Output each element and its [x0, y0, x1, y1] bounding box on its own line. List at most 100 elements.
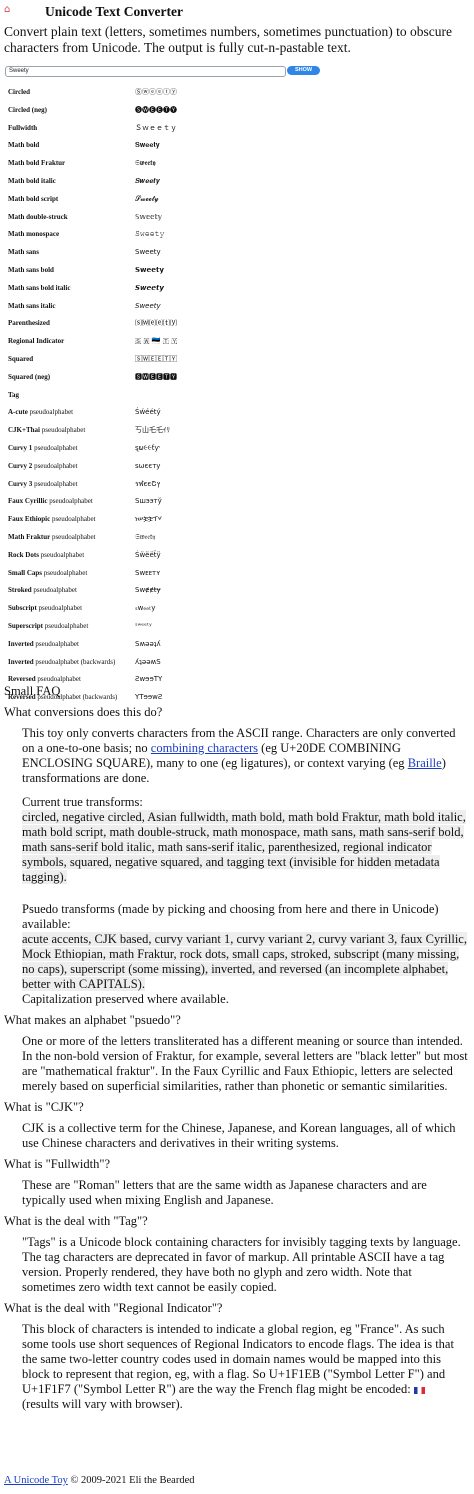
conversion-name: Curvy 2 — [8, 461, 33, 470]
conversion-output[interactable]: 丂山乇乇ｲﾘ — [135, 422, 465, 440]
conversion-suffix: pseudoalphabet (backwards) — [35, 657, 116, 666]
conversion-suffix: pseudoalphabet — [34, 479, 78, 488]
conversion-row: Circled (neg) 🅢🅦🅔🅔🅣🅨 — [4, 102, 470, 120]
conversion-row: Math sans bold italic 𝙎𝙬𝙚𝙚𝙩𝙮 — [4, 280, 470, 298]
conversion-row: Stroked pseudoalphabet Swɇɇŧɏ — [4, 582, 470, 600]
conversion-output[interactable]: 𝖲𝗐𝖾𝖾𝗍𝗒 — [135, 244, 465, 262]
conversion-output[interactable] — [135, 387, 465, 405]
conversion-label: Math Fraktur pseudoalphabet — [8, 529, 132, 547]
conversion-name: Inverted — [8, 657, 34, 666]
conversion-output[interactable]: 𝘚𝘸𝘦𝘦𝘵𝘺 — [135, 298, 465, 316]
conversion-label: Curvy 2 pseudoalphabet — [8, 458, 132, 476]
conversion-output[interactable]: ѕωєєту — [135, 458, 465, 476]
conversion-output[interactable]: Swɇɇŧɏ — [135, 582, 465, 600]
conversion-output[interactable]: 𝚂𝚠𝚎𝚎𝚝𝚢 — [135, 226, 465, 244]
conversion-output[interactable]: 𝓢𝔀𝓮𝓮𝓽𝔂 — [135, 191, 465, 209]
conversion-table: Circled Ⓢⓦⓔⓔⓣⓨ Circled (neg) 🅢🅦🅔🅔🅣🅨 Fullwidt… — [4, 84, 470, 707]
conversion-output[interactable]: 🅂🅆🄴🄴🅃🅈 — [135, 351, 465, 369]
transforms-text: circled, negative circled, Asian fullwid… — [22, 810, 466, 884]
conversion-row: Fullwidth Ｓｗｅｅｔｙ — [4, 120, 470, 138]
faq-answer: This toy only converts characters from t… — [22, 726, 468, 1007]
show-button[interactable]: SHOW — [287, 66, 320, 75]
conversion-suffix: pseudoalphabet — [33, 586, 77, 595]
conversion-suffix: pseudoalphabet — [44, 621, 89, 630]
page-title: Unicode Text Converter — [45, 4, 183, 19]
conversion-name: Inverted — [8, 639, 34, 648]
conversion-label: Faux Ethiopic pseudoalphabet — [8, 511, 132, 529]
conversion-output[interactable]: 𝕾𝖜𝖊𝖊𝖙𝖞 — [135, 155, 465, 173]
conversion-output[interactable]: ʎʇǝǝʍS — [135, 654, 465, 672]
conversion-output[interactable]: ነሠቿቿፕሃ — [135, 511, 465, 529]
conversion-output[interactable]: ⒮⒲⒠⒠⒯⒴ — [135, 315, 465, 333]
conversion-output[interactable]: 𝙎𝙬𝙚𝙚𝙩𝙮 — [135, 280, 465, 298]
conversion-output[interactable]: Śẃéétý — [135, 404, 465, 422]
conversion-output[interactable]: 🇸 🇼 🇪🇪 🇹 🇾 — [135, 333, 465, 351]
conversion-name: Math sans italic — [8, 301, 56, 310]
conversion-row: Regional Indicator 🇸 🇼 🇪🇪 🇹 🇾 — [4, 333, 470, 351]
unicode-toy-link[interactable]: A Unicode Toy — [4, 1475, 68, 1486]
conversion-output[interactable]: ₛwₑₑₜy — [135, 600, 465, 618]
conversion-name: Circled — [8, 88, 31, 96]
conversion-output[interactable]: 𝐒𝐰𝐞𝐞𝐭𝐲 — [135, 137, 465, 155]
conversion-output[interactable]: Sᴡᴇᴇᴛʏ — [135, 565, 465, 583]
faq-answer: These are "Roman" letters that are the s… — [22, 1178, 427, 1207]
conversion-suffix: pseudoalphabet — [35, 639, 79, 648]
conversion-row: Math bold italic 𝑺𝒘𝒆𝒆𝒕𝒚 — [4, 173, 470, 191]
conversion-output[interactable]: ˢʷᵉᵉᵗʸ — [135, 618, 465, 636]
conversion-label: Curvy 1 pseudoalphabet — [8, 440, 132, 458]
conversion-name: Subscript — [8, 604, 37, 613]
conversion-name: CJK+Thai — [8, 426, 40, 435]
conversion-output[interactable]: รฬєєՇץ — [135, 476, 465, 494]
conversion-name: Math sans — [8, 248, 39, 257]
conversion-output[interactable]: Ⓢⓦⓔⓔⓣⓨ — [135, 84, 465, 102]
home-icon[interactable]: ⌂ — [4, 5, 14, 15]
input-row: Sweety SHOW — [5, 66, 467, 77]
conversion-name: Squared (neg) — [8, 372, 51, 381]
conversion-output[interactable]: 🅢🅦🅔🅔🅣🅨 — [135, 102, 465, 120]
conversion-output[interactable]: Ṡẅëëẗÿ — [135, 547, 465, 565]
conversion-name: Math bold — [8, 141, 40, 150]
conversion-label: Inverted pseudoalphabet (backwards) — [8, 654, 132, 672]
conversion-output[interactable]: 𝕊𝕨𝕖𝕖𝕥𝕪 — [135, 209, 465, 227]
conversion-name: Tag — [8, 390, 20, 399]
conversion-label: Math sans bold italic — [8, 280, 132, 298]
conversion-output[interactable]: 𝑺𝒘𝒆𝒆𝒕𝒚 — [135, 173, 465, 191]
text-input[interactable]: Sweety — [5, 66, 286, 77]
conversion-row: Math double-struck 𝕊𝕨𝕖𝕖𝕥𝕪 — [4, 209, 470, 227]
conversion-output[interactable]: 𝔖𝔴𝔢𝔢𝔱𝔶 — [135, 529, 465, 547]
conversion-name: Math bold Fraktur — [8, 159, 66, 168]
conversion-row: Math bold Fraktur 𝕾𝖜𝖊𝖊𝖙𝖞 — [4, 155, 470, 173]
faq-answer: "Tags" is a Unicode block containing cha… — [22, 1235, 461, 1294]
conversion-row: Squared 🅂🅆🄴🄴🅃🅈 — [4, 351, 470, 369]
faq-answer: This block of characters is intended to … — [22, 1322, 468, 1412]
answer-text: (results will vary with browser). — [22, 1397, 183, 1411]
transforms-text: acute accents, CJK based, curvy variant … — [22, 932, 467, 991]
conversion-label: Math bold script — [8, 191, 132, 209]
capitalization-note: Capitalization preserved where available… — [22, 992, 229, 1006]
conversion-label: Math bold italic — [8, 173, 132, 191]
conversion-name: Faux Ethiopic — [8, 515, 51, 524]
conversion-name: Math bold script — [8, 194, 59, 203]
conversion-name: Parenthesized — [8, 319, 50, 328]
pseudo-transforms-list: acute accents, CJK based, curvy variant … — [22, 932, 468, 992]
conversion-output[interactable]: ȿພ૯૯ƭƴ — [135, 440, 465, 458]
conversion-output[interactable]: Ѕшээтў — [135, 493, 465, 511]
conversion-label: Fullwidth — [8, 120, 132, 138]
conversion-label: Math monospace — [8, 226, 132, 244]
conversion-output[interactable]: Sʍǝǝʇʎ — [135, 636, 465, 654]
conversion-name: Small Caps — [8, 568, 43, 577]
conversion-row: Math bold script 𝓢𝔀𝓮𝓮𝓽𝔂 — [4, 191, 470, 209]
faq-question: What is the deal with "Regional Indicato… — [4, 1301, 223, 1315]
faq-question: What makes an alphabet "psuedo"? — [4, 1013, 181, 1027]
faq-question: What is "Fullwidth"? — [4, 1157, 111, 1171]
combining-characters-link[interactable]: combining characters — [151, 741, 258, 755]
conversion-suffix: pseudoalphabet — [40, 550, 85, 559]
conversion-name: Faux Cyrillic — [8, 497, 48, 506]
braille-link[interactable]: Braille — [408, 756, 442, 770]
conversion-output[interactable]: 𝗦𝘄𝗲𝗲𝘁𝘆 — [135, 262, 465, 280]
conversion-output[interactable]: 🆂🆆🅴🅴🆃🆈 — [135, 369, 465, 387]
conversion-output[interactable]: Ｓｗｅｅｔｙ — [135, 120, 465, 138]
intro-text: Convert plain text (letters, sometimes n… — [4, 24, 453, 55]
conversion-name: Squared — [8, 354, 34, 363]
page: ⌂ Unicode Text Converter Convert plain t… — [0, 0, 474, 1494]
